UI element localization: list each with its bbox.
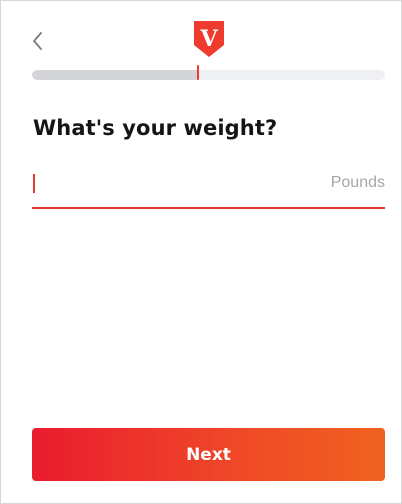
progress-bar — [32, 70, 385, 80]
text-cursor — [33, 174, 35, 193]
unit-label: Pounds — [330, 174, 385, 191]
progress-fill — [32, 70, 198, 80]
progress-marker — [197, 65, 199, 80]
weight-field[interactable]: Pounds — [32, 163, 385, 209]
brand-logo: V — [193, 20, 225, 58]
page-title: What's your weight? — [33, 116, 278, 140]
back-button[interactable] — [29, 30, 47, 52]
app-screen: V What's your weight? Pounds Next — [0, 0, 402, 504]
brand-v-shield-logo-icon: V — [194, 21, 224, 57]
weight-input[interactable] — [32, 163, 306, 203]
chevron-left-icon — [33, 32, 42, 50]
logo-letter: V — [199, 26, 218, 52]
next-button[interactable]: Next — [32, 428, 385, 481]
